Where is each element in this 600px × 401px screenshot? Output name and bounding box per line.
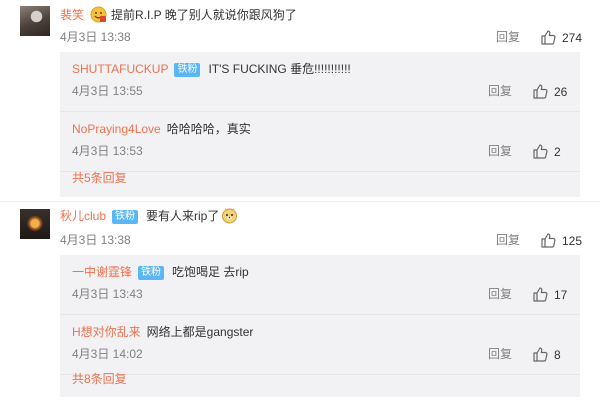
reply-header: H想对你乱来 网络上都是gangster [72, 323, 253, 341]
view-more-replies-link[interactable]: 共8条回复 [72, 370, 127, 388]
like-button[interactable]: 26 [532, 83, 567, 100]
avatar[interactable] [20, 209, 50, 239]
reply-time: 4月3日 13:55 [72, 84, 143, 98]
like-button[interactable]: 8 [532, 346, 561, 363]
reply-header: SHUTTAFUCKUP 铁粉 IT'S FUCKING 垂危!!!!!!!!!!! [72, 60, 351, 78]
thumbs-up-icon [533, 347, 548, 362]
reply-button[interactable]: 回复 [496, 29, 520, 45]
thumbs-up-icon [533, 84, 548, 99]
thumbs-up-icon [533, 144, 548, 159]
thumbs-up-icon [541, 233, 556, 248]
comment-time: 4月3日 13:38 [60, 30, 131, 44]
thumbs-up-icon [533, 287, 548, 302]
fan-badge: 铁粉 [174, 63, 201, 77]
like-button[interactable]: 17 [532, 286, 567, 303]
reply-text: IT'S FUCKING 垂危!!!!!!!!!!! [208, 62, 351, 76]
reply-username[interactable]: SHUTTAFUCKUP [72, 62, 168, 76]
reply-header: NoPraying4Love 哈哈哈哈，真实 [72, 120, 251, 138]
reply-button[interactable]: 回复 [488, 143, 512, 159]
comment-text: 要有人来rip了 [146, 209, 220, 223]
reply-username[interactable]: 一中谢霆锋 [72, 265, 132, 279]
reply-item: H想对你乱来 网络上都是gangster 4月3日 14:02 回复 8 [60, 315, 580, 375]
reply-text: 网络上都是gangster [146, 325, 254, 339]
like-count: 17 [554, 288, 568, 302]
comment-time: 4月3日 13:38 [60, 233, 131, 247]
like-count: 274 [562, 31, 583, 45]
like-count: 8 [554, 348, 561, 362]
like-count: 125 [562, 234, 583, 248]
comment-item: 裴笑 提前R.I.P 晚了别人就说你跟风狗了 4月3日 13:38 回复 274… [0, 0, 600, 202]
reply-username[interactable]: NoPraying4Love [72, 122, 161, 136]
replies-panel: 一中谢霆锋 铁粉 吃饱喝足 去rip 4月3日 13:43 回复 17 H想对你乱来… [60, 255, 580, 397]
comment-header: 秋儿club 铁粉 要有人来rip了 [60, 207, 238, 225]
like-count: 26 [554, 85, 568, 99]
reply-time: 4月3日 13:53 [72, 144, 143, 158]
reply-button[interactable]: 回复 [496, 232, 520, 248]
fan-badge: 铁粉 [112, 210, 139, 224]
view-more-replies-link[interactable]: 共5条回复 [72, 169, 127, 187]
grinning-emoji-icon [90, 6, 107, 23]
reply-button[interactable]: 回复 [488, 83, 512, 99]
doge-emoji-icon [221, 207, 238, 224]
fan-badge: 铁粉 [138, 266, 165, 280]
reply-text: 哈哈哈哈，真实 [166, 122, 251, 136]
username[interactable]: 裴笑 [60, 8, 84, 22]
like-button[interactable]: 274 [540, 29, 582, 46]
comment-header: 裴笑 提前R.I.P 晚了别人就说你跟风狗了 [60, 6, 297, 24]
reply-time: 4月3日 13:43 [72, 287, 143, 301]
reply-item: SHUTTAFUCKUP 铁粉 IT'S FUCKING 垂危!!!!!!!!!!!… [60, 52, 580, 112]
reply-time: 4月3日 14:02 [72, 347, 143, 361]
reply-button[interactable]: 回复 [488, 346, 512, 362]
like-count: 2 [554, 145, 561, 159]
username[interactable]: 秋儿club [60, 209, 106, 223]
like-button[interactable]: 125 [540, 232, 582, 249]
reply-text: 吃饱喝足 去rip [172, 265, 249, 279]
reply-username[interactable]: H想对你乱来 [72, 325, 141, 339]
like-button[interactable]: 2 [532, 143, 561, 160]
reply-item: NoPraying4Love 哈哈哈哈，真实 4月3日 13:53 回复 2 [60, 112, 580, 172]
comment-item: 秋儿club 铁粉 要有人来rip了 4月3日 13:38 回复 125 一中谢霆锋… [0, 202, 600, 401]
reply-button[interactable]: 回复 [488, 286, 512, 302]
avatar[interactable] [20, 6, 50, 36]
thumbs-up-icon [541, 30, 556, 45]
replies-panel: SHUTTAFUCKUP 铁粉 IT'S FUCKING 垂危!!!!!!!!!!!… [60, 52, 580, 197]
comment-text: 提前R.I.P 晚了别人就说你跟风狗了 [111, 8, 297, 22]
reply-item: 一中谢霆锋 铁粉 吃饱喝足 去rip 4月3日 13:43 回复 17 [60, 255, 580, 315]
reply-header: 一中谢霆锋 铁粉 吃饱喝足 去rip [72, 263, 249, 281]
